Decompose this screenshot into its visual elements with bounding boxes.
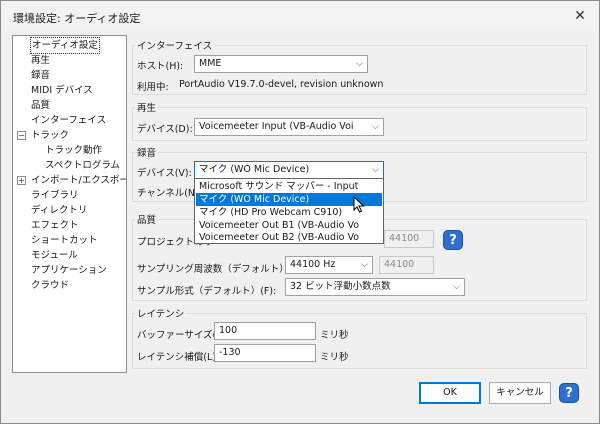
chevron-down-icon: ⌵ (453, 282, 460, 292)
latency-compensation-field[interactable]: -130 (214, 344, 316, 362)
default-rate-label: サンプリング周波数（デフォルト）(E): (137, 264, 306, 275)
buffer-size-field[interactable]: 100 (214, 322, 316, 340)
tree-item-audio-settings[interactable]: オーディオ設定 (30, 37, 100, 54)
tree-item-recording[interactable]: 録音 (31, 68, 50, 83)
host-label: ホスト(H): (137, 61, 184, 72)
tree-item-track-behaviors[interactable]: トラック動作 (45, 143, 102, 158)
tree-item-playback[interactable]: 再生 (31, 53, 50, 68)
sample-format-value: 32 ビット浮動小数点数 (290, 281, 391, 292)
latency-compensation-label: レイテンシ補償(L): (137, 352, 220, 363)
buffer-size-value: 100 (219, 325, 238, 336)
playback-group-title: 再生 (135, 100, 159, 114)
chevron-down-icon: ⌵ (361, 260, 368, 270)
tree-item-import-export[interactable]: インポート/エクスポート (31, 173, 126, 188)
host-select[interactable]: MME ⌵ (194, 55, 368, 73)
using-value: PortAudio V19.7.0-devel, revision unknow… (179, 79, 384, 90)
import-export-expand-icon[interactable]: + (17, 176, 26, 185)
ok-button[interactable]: OK (419, 382, 481, 404)
default-rate-custom-field: 44100 (379, 256, 434, 274)
latency-compensation-unit: ミリ秒 (320, 352, 349, 363)
sample-format-select[interactable]: 32 ビット浮動小数点数 ⌵ (285, 278, 465, 296)
tree-item-tracks[interactable]: トラック (31, 128, 69, 143)
buffer-size-unit: ミリ秒 (320, 330, 349, 341)
channels-label: チャンネル(N): (137, 188, 202, 199)
tree-item-quality[interactable]: 品質 (31, 98, 50, 113)
tree-item-application[interactable]: アプリケーション (31, 263, 107, 278)
tree-item-interface[interactable]: インターフェイス (31, 113, 106, 128)
close-icon[interactable]: ✕ (569, 7, 591, 25)
tree-item-directories[interactable]: ディレクトリ (31, 203, 87, 218)
playback-device-select[interactable]: Voicemeeter Input (VB-Audio Voi ⌵ (194, 118, 384, 136)
category-tree[interactable]: オーディオ設定 再生 録音 MIDI デバイス 品質 インターフェイス − トラ… (12, 35, 127, 373)
tree-item-cloud[interactable]: クラウド (31, 278, 69, 293)
latency-group-title: レイテンシ (135, 306, 187, 320)
using-label: 利用中: (137, 82, 169, 93)
title-bar: 環境設定: オーディオ設定 ✕ (1, 1, 599, 31)
interface-group-title: インターフェイス (135, 38, 215, 52)
cancel-button[interactable]: キャンセル (489, 382, 551, 404)
latency-compensation-value: -130 (219, 347, 241, 358)
tree-item-shortcuts[interactable]: ショートカット (31, 233, 98, 248)
recording-device-select[interactable]: マイク (WO Mic Device) ⌵ (194, 161, 384, 179)
playback-device-value: Voicemeeter Input (VB-Audio Voi (199, 121, 354, 132)
tree-item-library[interactable]: ライブラリ (31, 188, 79, 203)
device-option[interactable]: Voicemeeter Out B2 (VB-Audio Vo (196, 231, 382, 244)
default-rate-value: 44100 Hz (290, 259, 336, 270)
tree-item-midi-devices[interactable]: MIDI デバイス (31, 83, 93, 98)
recording-device-label: デバイス(V): (137, 168, 192, 179)
project-rate-value: 44100 (389, 233, 420, 244)
tree-item-effects[interactable]: エフェクト (31, 218, 79, 233)
host-select-value: MME (199, 58, 222, 69)
default-rate-custom-value: 44100 (384, 259, 415, 270)
tracks-collapse-icon[interactable]: − (17, 131, 26, 140)
device-option[interactable]: Microsoft サウンド マッパー - Input (196, 180, 382, 193)
dialog-help-icon[interactable]: ? (559, 383, 579, 403)
tree-item-spectrograms[interactable]: スペクトログラム (45, 158, 120, 173)
chevron-down-icon: ⌵ (372, 165, 379, 175)
project-rate-custom-field: 44100 (384, 230, 434, 248)
window-title: 環境設定: オーディオ設定 (13, 12, 141, 25)
preferences-dialog: 環境設定: オーディオ設定 ✕ オーディオ設定 再生 録音 MIDI デバイス … (0, 0, 600, 424)
help-icon[interactable]: ? (443, 230, 463, 250)
recording-device-value: マイク (WO Mic Device) (199, 164, 310, 175)
chevron-down-icon: ⌵ (356, 59, 363, 69)
playback-device-label: デバイス(D): (137, 124, 193, 135)
quality-group-title: 品質 (135, 212, 159, 226)
recording-group-title: 録音 (135, 145, 159, 159)
sample-format-label: サンプル形式（デフォルト）(F): (137, 286, 277, 297)
tree-item-modules[interactable]: モジュール (31, 248, 78, 263)
chevron-down-icon: ⌵ (372, 122, 379, 132)
default-rate-select[interactable]: 44100 Hz ⌵ (285, 256, 373, 274)
mouse-cursor-icon (353, 196, 365, 213)
